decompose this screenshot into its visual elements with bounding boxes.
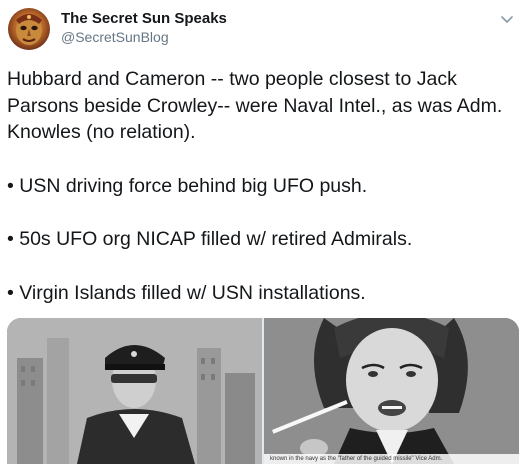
author-handle[interactable]: @SecretSunBlog bbox=[61, 29, 169, 45]
tweet-paragraph-intro: Hubbard and Cameron -- two people closes… bbox=[7, 68, 503, 143]
chevron-down-icon[interactable] bbox=[499, 14, 515, 26]
tweet-bullet-usn: • USN driving force behind big UFO push. bbox=[7, 174, 368, 197]
navy-officer-photo[interactable] bbox=[7, 318, 262, 464]
tweet-media[interactable]: known in the navy as the "father of the … bbox=[7, 318, 519, 464]
tweet-text: Hubbard and Cameron -- two people closes… bbox=[7, 66, 521, 306]
tweet-bullet-virgin-islands: • Virgin Islands filled w/ USN installat… bbox=[7, 281, 366, 304]
author-display-name[interactable]: The Secret Sun Speaks bbox=[61, 10, 227, 27]
tweet-header: The Secret Sun Speaks @SecretSunBlog bbox=[0, 0, 529, 58]
avatar[interactable] bbox=[8, 8, 50, 50]
tweet-bullet-nicap: • 50s UFO org NICAP filled w/ retired Ad… bbox=[7, 228, 413, 250]
mask-avatar-icon bbox=[16, 14, 42, 45]
photo-caption: known in the navy as the "father of the … bbox=[264, 454, 519, 464]
woman-smoking-photo[interactable]: known in the navy as the "father of the … bbox=[264, 318, 519, 464]
